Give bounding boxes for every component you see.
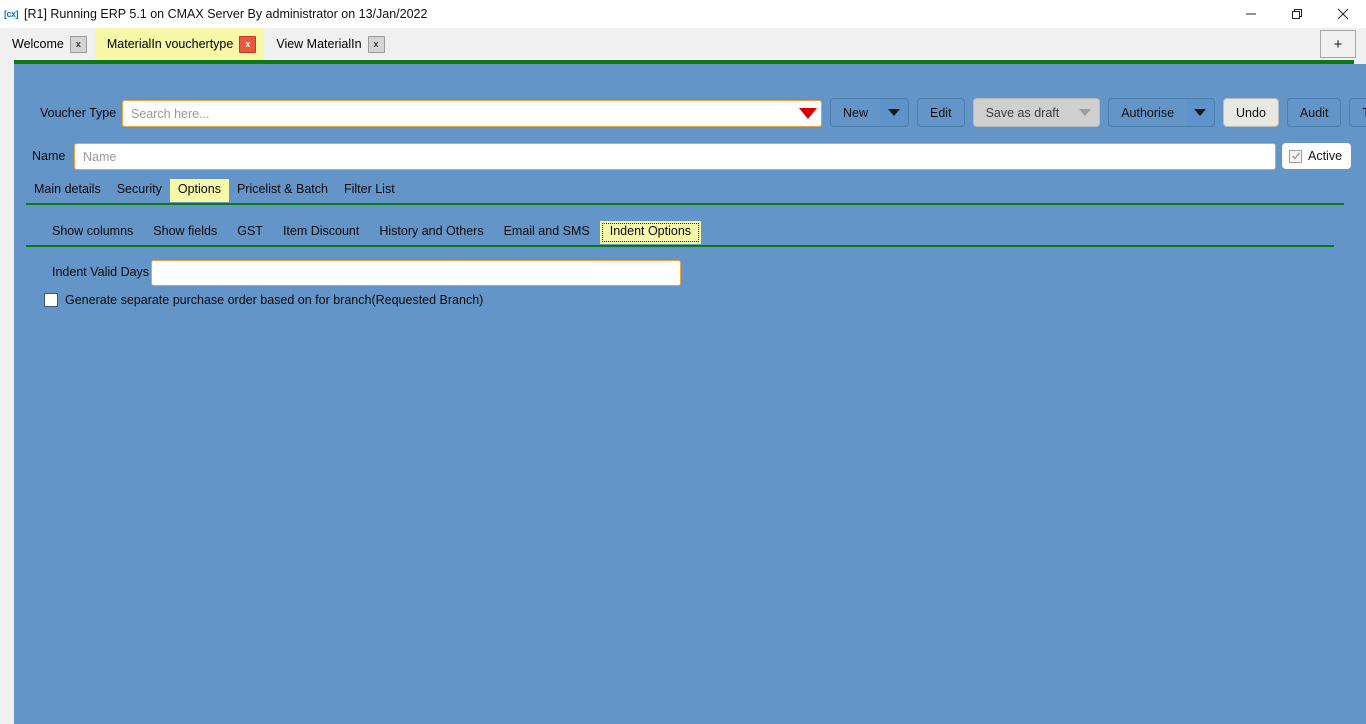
action-toolbar: New Edit Save as draft Authorise Undo Au… — [830, 98, 1366, 127]
subtab-history-and-others[interactable]: History and Others — [369, 221, 493, 244]
subtab-show-columns[interactable]: Show columns — [42, 221, 143, 244]
authorise-button[interactable]: Authorise — [1108, 98, 1216, 127]
audit-button[interactable]: Audit — [1286, 98, 1342, 127]
generate-po-checkbox-label: Generate separate purchase order based o… — [65, 293, 484, 307]
subtab-item-discount[interactable]: Item Discount — [273, 221, 369, 244]
voucher-type-label: Voucher Type — [40, 106, 117, 120]
close-icon[interactable] — [1320, 0, 1366, 28]
tab-security[interactable]: Security — [109, 179, 170, 202]
new-tab-button[interactable]: + — [1320, 30, 1356, 58]
new-tab-wrap: + — [1320, 30, 1356, 58]
indent-valid-days-row: Indent Valid Days — [14, 260, 1366, 286]
tab-main-details[interactable]: Main details — [26, 179, 109, 202]
tab-view-materialin[interactable]: View MaterialIn x — [264, 28, 393, 60]
tab-strip: Welcome x MaterialIn vouchertype x View … — [0, 28, 1366, 60]
secondary-tab-bar: Show columns Show fields GST Item Discou… — [14, 221, 1366, 244]
voucher-type-search-box[interactable] — [122, 100, 822, 127]
new-button-label: New — [843, 105, 869, 120]
tab-close-icon[interactable]: x — [367, 35, 385, 53]
save-as-draft-label: Save as draft — [985, 105, 1060, 120]
primary-tab-divider — [26, 203, 1344, 205]
tab-label: Welcome — [12, 36, 64, 51]
template-button[interactable]: Template — [1349, 98, 1366, 127]
active-checkbox-group[interactable]: Active — [1282, 143, 1352, 169]
window-titlebar: [cx] [R1] Running ERP 5.1 on CMAX Server… — [0, 0, 1366, 28]
indent-valid-days-field-box[interactable] — [151, 260, 681, 286]
save-as-draft-dropdown-icon[interactable] — [1071, 99, 1100, 126]
name-label: Name — [32, 149, 66, 163]
generate-po-checkbox-row[interactable]: Generate separate purchase order based o… — [44, 293, 483, 307]
subtab-indent-options[interactable]: Indent Options — [599, 221, 702, 244]
tab-filter-list[interactable]: Filter List — [336, 179, 403, 202]
tab-pricelist-batch[interactable]: Pricelist & Batch — [229, 179, 336, 202]
new-button[interactable]: New — [830, 98, 910, 127]
authorise-button-label: Authorise — [1121, 105, 1175, 120]
tab-materialin-vouchertype[interactable]: MaterialIn vouchertype x — [94, 28, 265, 60]
subtab-show-fields[interactable]: Show fields — [143, 221, 227, 244]
dropdown-arrow-icon[interactable] — [795, 108, 821, 119]
template-button-label: Template — [1350, 106, 1366, 120]
audit-button-label: Audit — [1299, 105, 1329, 120]
voucher-type-panel: Voucher Type New Edit Save as draft — [14, 64, 1366, 724]
name-row: Name Active — [14, 143, 1366, 171]
app-icon: [cx] — [3, 9, 19, 19]
generate-po-checkbox[interactable] — [44, 293, 58, 307]
edit-button[interactable]: Edit — [917, 98, 965, 127]
edit-button-label: Edit — [930, 105, 952, 120]
tab-label: MaterialIn vouchertype — [106, 36, 234, 51]
tab-list: Welcome x MaterialIn vouchertype x View … — [0, 28, 393, 60]
indent-valid-days-input[interactable] — [152, 266, 680, 280]
active-label: Active — [1308, 149, 1343, 163]
undo-button-label: Undo — [1236, 105, 1266, 120]
tab-welcome[interactable]: Welcome x — [0, 28, 95, 60]
save-as-draft-button[interactable]: Save as draft — [972, 98, 1101, 127]
window-controls — [1228, 0, 1366, 28]
secondary-tab-divider — [26, 245, 1334, 247]
primary-tab-bar: Main details Security Options Pricelist … — [14, 179, 1366, 202]
minimize-icon[interactable] — [1228, 0, 1274, 28]
name-field-box[interactable] — [74, 143, 1276, 170]
tab-close-icon[interactable]: x — [69, 35, 87, 53]
subtab-gst[interactable]: GST — [227, 221, 273, 244]
new-dropdown-icon[interactable] — [880, 99, 909, 126]
active-checkbox[interactable] — [1289, 149, 1302, 163]
tab-label: View MaterialIn — [276, 36, 362, 51]
name-input[interactable] — [75, 149, 1275, 164]
voucher-type-row: Voucher Type New Edit Save as draft — [14, 98, 1366, 128]
maximize-icon[interactable] — [1274, 0, 1320, 28]
subtab-email-and-sms[interactable]: Email and SMS — [494, 221, 600, 244]
app-body: Voucher Type New Edit Save as draft — [0, 60, 1366, 724]
tab-options[interactable]: Options — [169, 179, 229, 202]
authorise-dropdown-icon[interactable] — [1186, 99, 1215, 126]
indent-valid-days-label: Indent Valid Days — [52, 265, 150, 279]
window-title: [R1] Running ERP 5.1 on CMAX Server By a… — [24, 7, 428, 21]
tab-close-icon[interactable]: x — [239, 35, 257, 53]
voucher-type-search-input[interactable] — [123, 106, 795, 121]
undo-button[interactable]: Undo — [1223, 98, 1279, 127]
